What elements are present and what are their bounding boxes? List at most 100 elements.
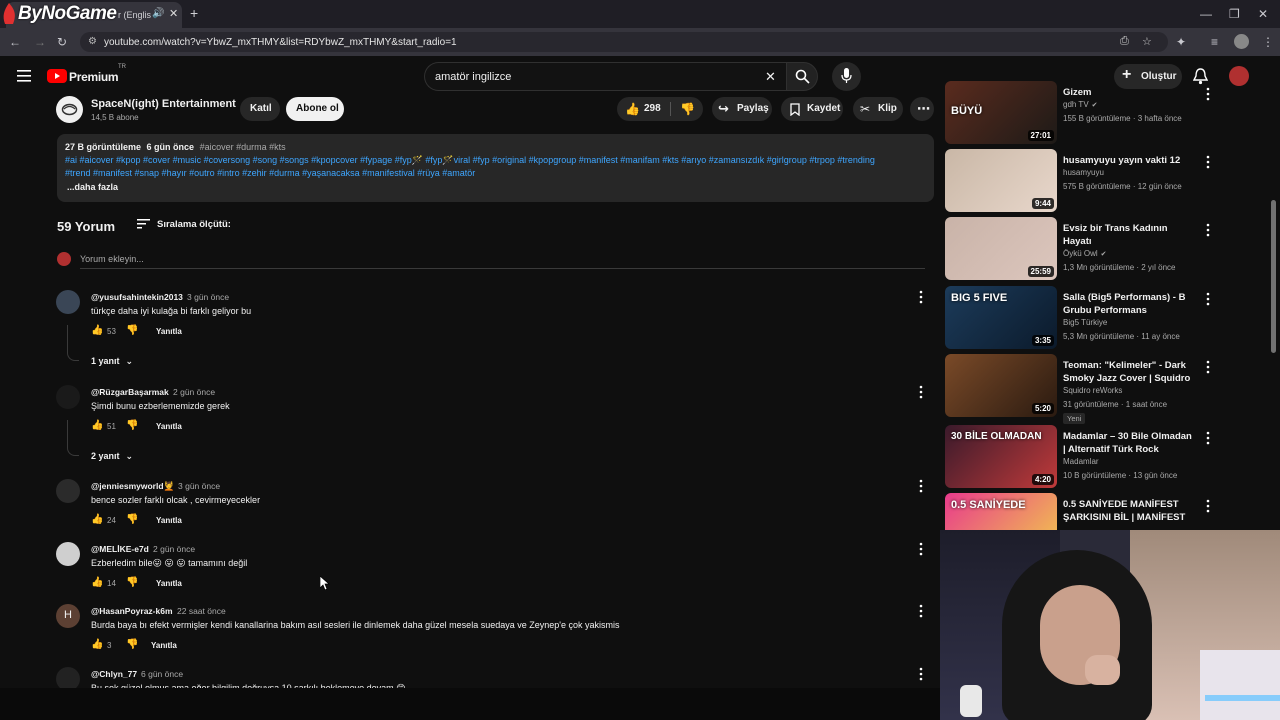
subscribe-button[interactable]: Abone ol [286,97,344,121]
comment-reply-button[interactable]: Yanıtla [156,327,182,336]
comment-more-icon[interactable] [916,290,926,304]
account-avatar[interactable] [1229,66,1249,86]
video-thumbnail[interactable]: 9:44 [945,149,1057,212]
comment-author[interactable]: @Chlyn_77 [91,669,137,679]
comment-avatar[interactable] [56,479,80,503]
replies-toggle[interactable]: 1 yanıt ⌄ [91,356,133,367]
hashtags-line-1[interactable]: #ai #aicover #kpop #cover #music #covers… [65,155,875,166]
new-tab-icon[interactable]: + [190,5,198,21]
save-button[interactable]: Kaydet [781,97,843,121]
video-channel[interactable]: husamyuyu [1063,168,1104,177]
comment-time[interactable]: 22 saat önce [177,606,226,616]
comment-like-icon[interactable]: 👍 [91,420,103,431]
video-thumbnail[interactable]: BÜYÜ 27:01 [945,81,1057,144]
video-description[interactable]: 27 B görüntüleme 6 gün önce #aicover #du… [57,134,934,202]
comment-author[interactable]: @MELİKE-e7d [91,544,149,554]
clip-button[interactable]: ✂ Klip [853,97,903,121]
hamburger-menu-icon[interactable] [17,70,31,82]
comment-like-icon[interactable]: 👍 [91,325,103,336]
browser-menu-icon[interactable]: ⋮ [1262,36,1274,48]
comment-author[interactable]: @HasanPoyraz-k6m [91,606,173,616]
comment-like-icon[interactable]: 👍 [91,514,103,525]
video-channel[interactable]: Öykü Owl ✔ [1063,249,1107,258]
comment-reply-button[interactable]: Yanıtla [156,422,182,431]
replies-toggle[interactable]: 2 yanıt ⌄ [91,451,133,462]
join-button[interactable]: Katıl [240,97,280,121]
minimize-icon[interactable]: — [1200,8,1212,20]
comment-time[interactable]: 3 gün önce [187,292,229,302]
video-title[interactable]: Madamlar – 30 Bile Olmadan | Alternatif … [1063,430,1195,456]
dislike-button[interactable]: 👎 [675,97,701,121]
video-channel[interactable]: gdh TV ✔ [1063,100,1098,109]
video-channel[interactable]: Big5 Türkiye [1063,318,1107,327]
video-more-icon[interactable] [1203,431,1213,445]
video-title[interactable]: husamyuyu yayın vakti 12 [1063,154,1195,167]
comment-dislike-icon[interactable]: 👎 [126,420,138,431]
comment-like-icon[interactable]: 👍 [91,577,103,588]
video-title[interactable]: Gizem [1063,86,1195,99]
more-actions-button[interactable]: ⋯ [910,97,934,121]
profile-avatar[interactable] [1234,34,1249,49]
video-channel[interactable]: Madamlar [1063,457,1099,466]
comment-author[interactable]: @jenniesmyworld💆 [91,481,174,492]
video-thumbnail[interactable]: 30 BİLE OLMADAN 4:20 [945,425,1057,488]
comment-more-icon[interactable] [916,542,926,556]
comment-avatar[interactable] [56,542,80,566]
video-more-icon[interactable] [1203,87,1213,101]
like-button[interactable]: 👍 298 [617,97,669,121]
comment-dislike-icon[interactable]: 👎 [126,514,138,525]
add-comment-input[interactable]: Yorum ekleyin... [80,249,925,269]
comment-more-icon[interactable] [916,385,926,399]
comment-avatar[interactable] [56,385,80,409]
video-channel[interactable]: Squidro reWorks [1063,386,1122,395]
comment-author[interactable]: @RüzgarBaşarmak [91,387,169,397]
comment-time[interactable]: 3 gün önce [178,481,220,491]
share-button[interactable]: ↪ Paylaş [712,97,772,121]
comment-more-icon[interactable] [916,479,926,493]
install-app-icon[interactable]: ⎙ [1120,35,1129,48]
comment-reply-button[interactable]: Yanıtla [156,516,182,525]
maximize-icon[interactable]: ❐ [1229,8,1240,20]
notifications-bell-icon[interactable] [1193,68,1208,85]
comment-dislike-icon[interactable]: 👎 [126,577,138,588]
search-button[interactable] [786,62,818,91]
video-more-icon[interactable] [1203,360,1213,374]
comment-reply-button[interactable]: Yanıtla [156,579,182,588]
hashtags-line-2[interactable]: #trend #manifest #snap #hayır #outro #in… [65,168,475,178]
comment-time[interactable]: 2 gün önce [153,544,195,554]
comment-dislike-icon[interactable]: 👎 [126,639,138,650]
clear-search-icon[interactable]: ✕ [765,69,776,85]
back-icon[interactable]: ← [9,36,21,48]
comment-like-icon[interactable]: 👍 [91,639,103,650]
comment-author[interactable]: @yusufsahintekin2013 [91,292,183,302]
comment-more-icon[interactable] [916,667,926,681]
comment-more-icon[interactable] [916,604,926,618]
voice-search-button[interactable] [832,62,861,91]
comment-reply-button[interactable]: Yanıtla [151,641,177,650]
comment-time[interactable]: 6 gün önce [141,669,183,679]
address-bar[interactable]: ⚙ youtube.com/watch?v=YbwZ_mxTHMY&list=R… [80,32,1168,52]
video-more-icon[interactable] [1203,155,1213,169]
comment-time[interactable]: 2 gün önce [173,387,215,397]
forward-icon[interactable]: → [34,36,46,48]
speaker-icon[interactable]: 🔊 [152,8,164,19]
show-more-link[interactable]: ...daha fazla [67,182,118,192]
video-title[interactable]: Evsiz bir Trans Kadının Hayatı [1063,222,1195,248]
comment-avatar[interactable]: H [56,604,80,628]
comment-avatar[interactable] [56,290,80,314]
tab-close-icon[interactable]: ✕ [169,7,178,20]
channel-name[interactable]: SpaceN(ight) Entertainment [91,98,236,110]
video-more-icon[interactable] [1203,292,1213,306]
comment-dislike-icon[interactable]: 👎 [126,325,138,336]
video-thumbnail[interactable]: BIG 5 FIVE 3:35 [945,286,1057,349]
bookmark-star-icon[interactable]: ☆ [1142,35,1152,48]
site-info-icon[interactable]: ⚙ [88,36,97,47]
window-close-icon[interactable]: ✕ [1258,8,1268,20]
video-more-icon[interactable] [1203,499,1213,513]
video-thumbnail[interactable]: 25:59 [945,217,1057,280]
reload-icon[interactable]: ↻ [57,36,67,48]
video-thumbnail[interactable]: 5:20 [945,354,1057,417]
video-more-icon[interactable] [1203,223,1213,237]
extensions-icon[interactable]: ✦ [1176,36,1186,48]
media-control-icon[interactable]: ≡ [1211,36,1218,48]
